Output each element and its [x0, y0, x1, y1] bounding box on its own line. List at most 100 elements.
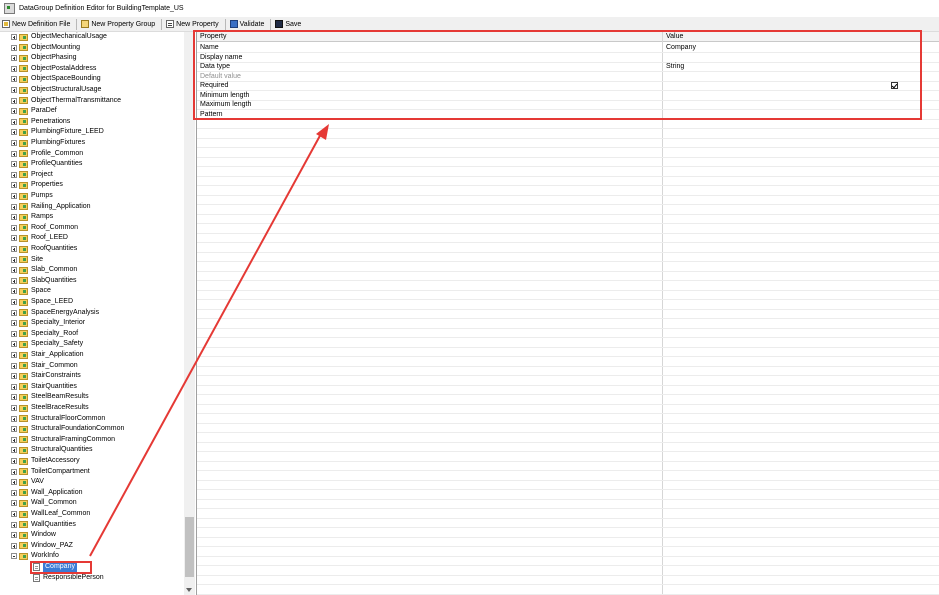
expand-icon[interactable] — [11, 256, 17, 263]
expand-icon[interactable] — [11, 426, 17, 433]
expand-icon[interactable] — [11, 193, 17, 199]
expand-icon[interactable] — [11, 235, 17, 242]
tree-child-item[interactable]: ResponsiblePerson — [33, 573, 104, 583]
tree-item[interactable]: Ramps — [11, 212, 53, 222]
tree-item[interactable]: Properties — [11, 180, 63, 190]
property-row[interactable]: Data type String — [197, 62, 939, 72]
tree-item[interactable]: ObjectThermalTransmittance — [11, 96, 121, 106]
tree-item[interactable]: RoofQuantities — [11, 244, 77, 254]
property-row[interactable]: Name Company — [197, 43, 939, 53]
expand-icon[interactable] — [11, 118, 17, 125]
tree-item[interactable]: PlumbingFixture_LEED — [11, 127, 104, 137]
property-value-cell[interactable] — [663, 72, 666, 81]
tree-child-item[interactable]: Company — [33, 562, 77, 572]
property-row[interactable]: Pattern — [197, 110, 939, 120]
expand-icon[interactable] — [11, 373, 17, 380]
expand-icon[interactable] — [11, 415, 17, 422]
new-definition-file-button[interactable]: New Definition File — [0, 18, 74, 30]
tree-item[interactable]: Specialty_Safety — [11, 339, 83, 349]
expand-icon[interactable] — [11, 500, 17, 507]
expand-icon[interactable] — [11, 44, 17, 51]
property-value-cell[interactable] — [663, 100, 666, 109]
tree-item[interactable]: Stair_Common — [11, 361, 78, 371]
property-value-cell[interactable]: Company — [663, 43, 696, 52]
expand-icon[interactable] — [11, 330, 17, 337]
tree-item[interactable]: ToiletCompartment — [11, 467, 90, 477]
tree-item[interactable]: ObjectPostalAddress — [11, 64, 96, 74]
tree-item[interactable]: ProfileQuantities — [11, 159, 82, 169]
tree-item[interactable]: VAV — [11, 477, 44, 487]
tree-item[interactable]: Penetrations — [11, 117, 70, 127]
tree-item[interactable]: ObjectSpaceBounding — [11, 74, 101, 84]
property-value-cell[interactable] — [663, 53, 666, 62]
expand-icon[interactable] — [11, 320, 17, 327]
expand-icon[interactable] — [11, 352, 17, 358]
expand-icon[interactable] — [11, 542, 17, 549]
expand-icon[interactable] — [11, 489, 17, 496]
column-header-value[interactable]: Value — [663, 32, 683, 41]
expand-icon[interactable] — [11, 383, 17, 390]
expand-icon[interactable] — [11, 341, 17, 348]
collapse-icon[interactable] — [11, 553, 17, 560]
property-row[interactable]: Display name — [197, 53, 939, 63]
tree-item[interactable]: ObjectMechanicalUsage — [11, 32, 107, 42]
tree-item[interactable]: StructuralFramingCommon — [11, 435, 115, 445]
tree-item[interactable]: Window_PAZ — [11, 541, 73, 551]
expand-icon[interactable] — [11, 288, 17, 295]
tree-item[interactable]: Slab_Common — [11, 265, 77, 275]
tree-item[interactable]: Roof_Common — [11, 223, 78, 233]
scroll-down-icon[interactable] — [186, 588, 192, 592]
tree-item[interactable]: ObjectStructuralUsage — [11, 85, 101, 95]
expand-icon[interactable] — [11, 362, 17, 369]
expand-icon[interactable] — [11, 97, 17, 104]
tree-item[interactable]: ToiletAccessory — [11, 456, 80, 466]
tree-item[interactable]: ObjectPhasing — [11, 53, 77, 63]
expand-icon[interactable] — [11, 458, 17, 464]
expand-icon[interactable] — [11, 65, 17, 72]
new-property-group-button[interactable]: New Property Group — [79, 18, 159, 30]
tree-item[interactable]: StairQuantities — [11, 382, 77, 392]
expand-icon[interactable] — [11, 511, 17, 517]
expand-icon[interactable] — [11, 447, 17, 454]
property-row[interactable]: Required — [197, 81, 939, 91]
expand-icon[interactable] — [11, 309, 17, 316]
expand-icon[interactable] — [11, 521, 17, 528]
expand-icon[interactable] — [11, 150, 17, 157]
expand-icon[interactable] — [11, 214, 17, 221]
tree-item[interactable]: Pumps — [11, 191, 53, 201]
tree-item[interactable]: Space_LEED — [11, 297, 73, 307]
expand-icon[interactable] — [11, 436, 17, 443]
tree-item[interactable]: Roof_LEED — [11, 233, 68, 243]
tree-item[interactable]: ParaDef — [11, 106, 57, 116]
property-value-cell[interactable]: String — [663, 62, 684, 71]
expand-icon[interactable] — [11, 246, 17, 252]
scrollbar-thumb[interactable] — [185, 517, 194, 577]
expand-icon[interactable] — [11, 405, 17, 411]
expand-icon[interactable] — [11, 55, 17, 62]
tree-item[interactable]: SpaceEnergyAnalysis — [11, 308, 99, 318]
tree-item[interactable]: Wall_Common — [11, 498, 77, 508]
save-button[interactable]: Save — [273, 18, 305, 30]
tree-item[interactable]: PlumbingFixtures — [11, 138, 85, 148]
expand-icon[interactable] — [11, 532, 17, 539]
tree-item[interactable]: Specialty_Interior — [11, 318, 85, 328]
expand-icon[interactable] — [11, 277, 17, 284]
tree-item[interactable]: SteelBeamResults — [11, 392, 89, 402]
tree-item[interactable]: Stair_Application — [11, 350, 84, 360]
property-row[interactable]: Default value — [197, 72, 939, 82]
tree-item[interactable]: Wall_Application — [11, 488, 83, 498]
tree-item[interactable]: WallLeaf_Common — [11, 509, 90, 519]
expand-icon[interactable] — [11, 108, 17, 115]
tree-item[interactable]: Profile_Common — [11, 149, 83, 159]
tree-item[interactable]: WallQuantities — [11, 520, 76, 530]
expand-icon[interactable] — [11, 161, 17, 168]
expand-icon[interactable] — [11, 129, 17, 136]
tree-item[interactable]: Site — [11, 255, 43, 265]
tree-item[interactable]: StairConstraints — [11, 371, 81, 381]
expand-icon[interactable] — [11, 394, 17, 401]
expand-icon[interactable] — [11, 182, 17, 189]
expand-icon[interactable] — [11, 267, 17, 274]
tree-scrollbar[interactable] — [184, 32, 195, 595]
expand-icon[interactable] — [11, 34, 17, 40]
property-row[interactable]: Maximum length — [197, 100, 939, 110]
